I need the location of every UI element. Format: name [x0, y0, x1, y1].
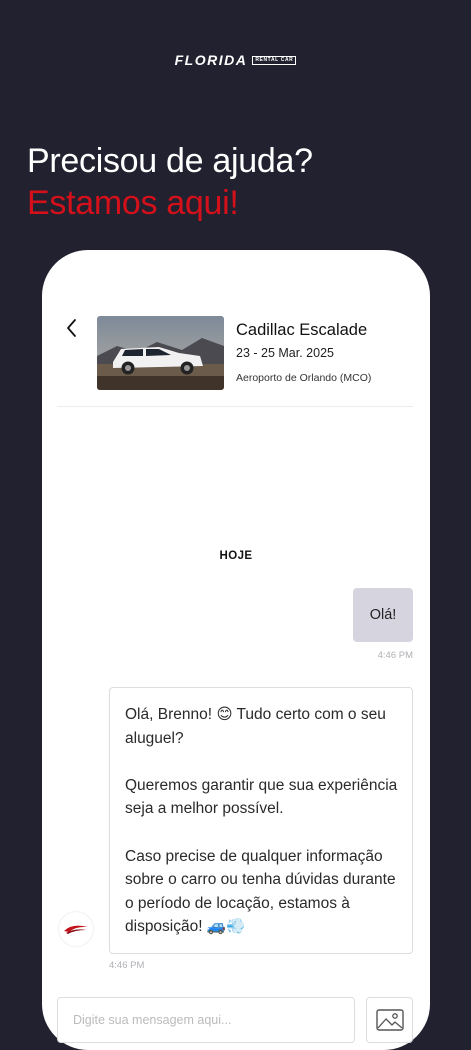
agent-message-bubble: Olá, Brenno! 😊 Tudo certo com o seu alug…: [109, 687, 413, 954]
back-button[interactable]: [64, 318, 80, 338]
user-message-bubble: Olá!: [353, 588, 413, 642]
phone-screen: Cadillac Escalade 23 - 25 Mar. 2025 Aero…: [42, 250, 430, 1050]
user-message-time: 4:46 PM: [377, 650, 413, 661]
headline: Precisou de ajuda? Estamos aqui!: [27, 140, 313, 224]
agent-message-paragraph: Queremos garantir que sua experiência se…: [125, 776, 398, 818]
day-separator: HOJE: [219, 550, 253, 562]
agent-avatar: [59, 912, 93, 946]
message-input[interactable]: [57, 997, 355, 1043]
brand-sub: RENTAL CAR: [252, 55, 297, 65]
brand-avatar-icon: [64, 925, 88, 934]
agent-message-paragraph: Caso precise de qualquer informação sobr…: [125, 847, 396, 936]
agent-message-paragraph: Olá, Brenno! 😊 Tudo certo com o seu alug…: [125, 706, 386, 747]
user-message-text: Olá!: [369, 607, 397, 623]
pickup-location: Aeroporto de Orlando (MCO): [236, 372, 372, 384]
car-name: Cadillac Escalade: [236, 321, 368, 339]
back-chevron-icon: [67, 319, 76, 337]
rental-dates: 23 - 25 Mar. 2025: [236, 346, 334, 360]
brand-logo: FLORIDA RENTAL CAR: [0, 52, 471, 68]
header-divider: [57, 406, 413, 407]
attach-image-button[interactable]: [366, 997, 413, 1043]
image-upload-icon: [375, 1009, 404, 1031]
agent-message-time: 4:46 PM: [109, 960, 145, 971]
car-image: [97, 316, 224, 390]
headline-line-1: Precisou de ajuda?: [27, 142, 313, 180]
brand-name: FLORIDA: [174, 52, 248, 68]
headline-line-2: Estamos aqui!: [27, 184, 239, 222]
